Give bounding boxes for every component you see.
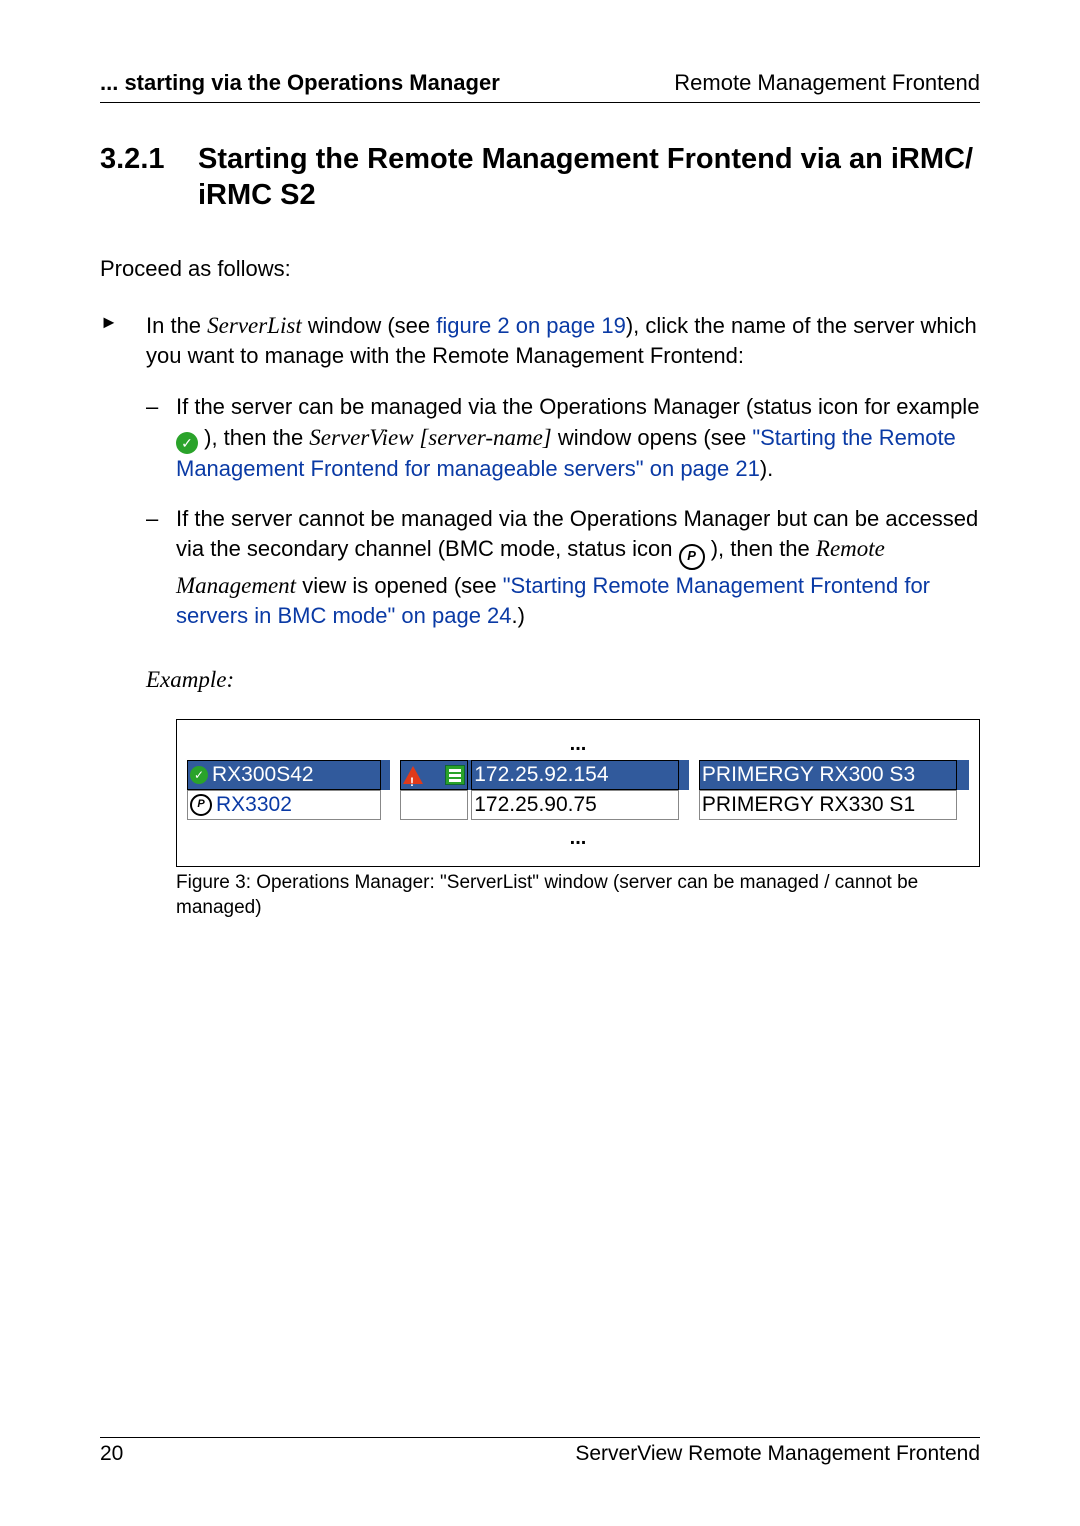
header-right: Remote Management Frontend <box>674 70 980 96</box>
server-model: PRIMERGY RX300 S3 <box>702 762 915 788</box>
dash-icon: – <box>146 504 176 631</box>
ip-cell: 172.25.90.75 <box>471 790 679 820</box>
ellipsis-bottom: ... <box>177 828 979 848</box>
status-bmc-icon: P <box>679 544 705 570</box>
server-ip: 172.25.90.75 <box>474 792 597 818</box>
running-footer: 20 ServerView Remote Management Frontend <box>100 1437 980 1466</box>
table-row: P RX3302 172.25.90.75 PRIMERGY RX330 S1 <box>177 790 979 820</box>
t: ). <box>760 456 773 481</box>
server-model: PRIMERGY RX330 S1 <box>702 792 915 818</box>
t: ), then the <box>705 536 816 561</box>
warning-icon <box>403 766 423 784</box>
serverview-name-term: ServerView [server-name] <box>309 425 551 450</box>
ellipsis-top: ... <box>177 734 979 754</box>
server-name: RX3302 <box>216 792 292 818</box>
figure-box: ... ✓ RX300S42 172.25.92.154 PRIMERG <box>176 719 980 867</box>
table-row: ✓ RX300S42 172.25.92.154 PRIMERGY RX300 … <box>177 760 979 790</box>
serverlist-term: ServerList <box>207 313 302 338</box>
t: .) <box>512 603 525 628</box>
ip-cell: 172.25.92.154 <box>471 760 679 790</box>
example-label: Example: <box>146 667 980 693</box>
server-name: RX300S42 <box>212 762 314 788</box>
t: In the <box>146 313 207 338</box>
footer-title: ServerView Remote Management Frontend <box>575 1442 980 1466</box>
model-cell: PRIMERGY RX300 S3 <box>699 760 957 790</box>
dash-icon: – <box>146 392 176 483</box>
sub-item-bmc: – If the server cannot be managed via th… <box>146 504 980 631</box>
header-left: ... starting via the Operations Manager <box>100 70 500 96</box>
model-cell: PRIMERGY RX330 S1 <box>699 790 957 820</box>
status-ok-icon: ✓ <box>176 432 198 454</box>
sub-item-manageable: – If the server can be managed via the O… <box>146 392 980 483</box>
sub-text: If the server can be managed via the Ope… <box>176 392 980 483</box>
serverlist-table: ✓ RX300S42 172.25.92.154 PRIMERGY RX300 … <box>177 760 979 820</box>
page-number: 20 <box>100 1442 123 1466</box>
status-bmc-icon: P <box>190 794 212 816</box>
figure-caption: Figure 3: Operations Manager: "ServerLis… <box>176 871 980 920</box>
t: If the server can be managed via the Ope… <box>176 394 979 419</box>
section-heading: 3.2.1 Starting the Remote Management Fro… <box>100 141 980 214</box>
server-name-cell[interactable]: P RX3302 <box>187 790 381 820</box>
server-ip: 172.25.92.154 <box>474 762 608 788</box>
t: view is opened (see <box>296 573 503 598</box>
rack-icon <box>445 765 465 785</box>
bullet-icon: ► <box>100 310 146 371</box>
section-number: 3.2.1 <box>100 141 198 214</box>
step-text: In the ServerList window (see figure 2 o… <box>146 310 980 371</box>
step-bullet: ► In the ServerList window (see figure 2… <box>100 310 980 371</box>
page: ... starting via the Operations Manager … <box>0 0 1080 1526</box>
sub-text: If the server cannot be managed via the … <box>176 504 980 631</box>
intro-text: Proceed as follows: <box>100 256 980 282</box>
status-ok-icon: ✓ <box>190 766 208 784</box>
figure-2-link[interactable]: figure 2 on page 19 <box>436 313 626 338</box>
t: window opens (see <box>552 425 753 450</box>
section-title: Starting the Remote Management Frontend … <box>198 141 980 214</box>
t: ), then the <box>198 425 309 450</box>
running-header: ... starting via the Operations Manager … <box>100 70 980 103</box>
server-name-cell[interactable]: ✓ RX300S42 <box>187 760 381 790</box>
t: window (see <box>302 313 437 338</box>
status-icons-cell <box>400 760 468 790</box>
